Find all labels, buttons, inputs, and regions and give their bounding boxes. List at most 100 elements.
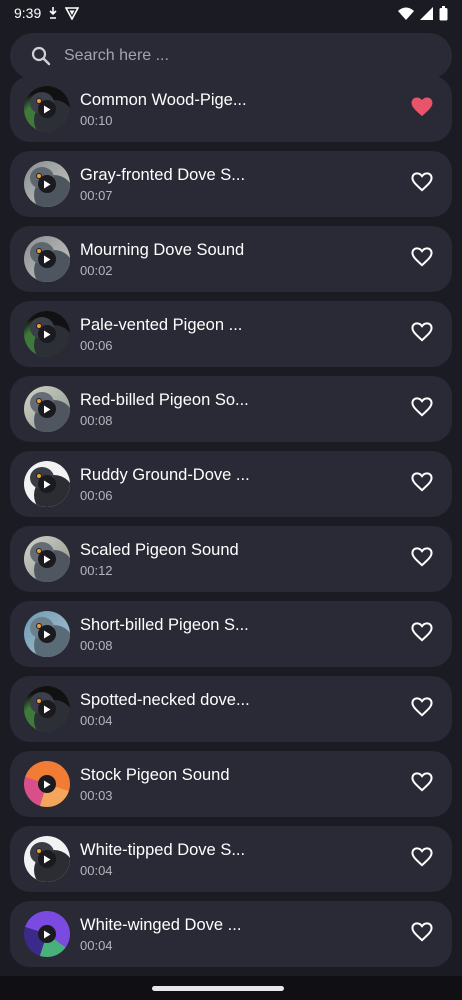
heart-outline-icon (411, 471, 433, 497)
sound-title: Scaled Pigeon Sound (80, 540, 239, 559)
heart-outline-icon (411, 546, 433, 572)
sound-info: White-winged Dove ... 00:04 (80, 914, 402, 955)
navigation-bar (0, 976, 462, 1000)
sound-list-item[interactable]: Gray-fronted Dove S... 00:07 (10, 151, 452, 217)
sound-duration: 00:06 (80, 337, 113, 353)
heart-outline-icon (411, 621, 433, 647)
screen: 9:39 Common Wood-P (0, 0, 462, 1000)
sound-title: White-winged Dove ... (80, 915, 242, 934)
sound-info: Pale-vented Pigeon ... 00:06 (80, 314, 402, 355)
sound-duration: 00:04 (80, 712, 113, 728)
play-icon[interactable] (38, 925, 56, 943)
status-bar: 9:39 (0, 0, 462, 26)
sound-title: Red-billed Pigeon So... (80, 390, 249, 409)
play-icon[interactable] (38, 550, 56, 568)
sound-thumbnail[interactable] (24, 86, 70, 132)
heart-outline-icon (411, 396, 433, 422)
favorite-button[interactable] (402, 464, 442, 504)
sound-thumbnail[interactable] (24, 686, 70, 732)
sound-info: Short-billed Pigeon S... 00:08 (80, 614, 402, 655)
search-bar[interactable] (10, 33, 452, 79)
favorite-button[interactable] (402, 539, 442, 579)
heart-outline-icon (411, 921, 433, 947)
sound-list-item[interactable]: Red-billed Pigeon So... 00:08 (10, 376, 452, 442)
sound-duration: 00:08 (80, 412, 113, 428)
sound-info: White-tipped Dove S... 00:04 (80, 839, 402, 880)
sound-duration: 00:03 (80, 787, 113, 803)
sound-list-item[interactable]: Short-billed Pigeon S... 00:08 (10, 601, 452, 667)
sound-duration: 00:08 (80, 637, 113, 653)
favorite-button[interactable] (402, 239, 442, 279)
sound-list-item[interactable]: Stock Pigeon Sound 00:03 (10, 751, 452, 817)
sound-list-item[interactable]: Pale-vented Pigeon ... 00:06 (10, 301, 452, 367)
status-time: 9:39 (14, 5, 42, 21)
play-icon[interactable] (38, 775, 56, 793)
sound-thumbnail[interactable] (24, 536, 70, 582)
sound-info: Common Wood-Pige... 00:10 (80, 89, 402, 130)
heart-filled-icon (411, 96, 433, 122)
favorite-button[interactable] (402, 164, 442, 204)
sound-duration: 00:06 (80, 487, 113, 503)
sound-duration: 00:04 (80, 862, 113, 878)
battery-icon (439, 5, 448, 21)
play-icon[interactable] (38, 175, 56, 193)
favorite-button[interactable] (402, 764, 442, 804)
sound-thumbnail[interactable] (24, 761, 70, 807)
favorite-button[interactable] (402, 689, 442, 729)
sound-info: Scaled Pigeon Sound 00:12 (80, 539, 402, 580)
sound-duration: 00:12 (80, 562, 113, 578)
play-icon[interactable] (38, 475, 56, 493)
sound-list-item[interactable]: Spotted-necked dove... 00:04 (10, 676, 452, 742)
sound-thumbnail[interactable] (24, 911, 70, 957)
play-icon[interactable] (38, 250, 56, 268)
play-icon[interactable] (38, 625, 56, 643)
sound-thumbnail[interactable] (24, 386, 70, 432)
home-indicator[interactable] (152, 986, 284, 991)
heart-outline-icon (411, 246, 433, 272)
sound-title: Stock Pigeon Sound (80, 765, 230, 784)
heart-outline-icon (411, 846, 433, 872)
sound-thumbnail[interactable] (24, 836, 70, 882)
sound-list-item[interactable]: Mourning Dove Sound 00:02 (10, 226, 452, 292)
sound-thumbnail[interactable] (24, 161, 70, 207)
wifi-icon (398, 7, 414, 20)
favorite-button[interactable] (402, 914, 442, 954)
sound-title: Ruddy Ground-Dove ... (80, 465, 250, 484)
favorite-button[interactable] (402, 314, 442, 354)
play-icon[interactable] (38, 325, 56, 343)
sound-list-item[interactable]: Common Wood-Pige... 00:10 (10, 76, 452, 142)
play-icon[interactable] (38, 700, 56, 718)
play-icon[interactable] (38, 100, 56, 118)
favorite-button[interactable] (402, 839, 442, 879)
notification-icon (48, 6, 58, 20)
favorite-button[interactable] (402, 614, 442, 654)
sound-list-item[interactable]: Ruddy Ground-Dove ... 00:06 (10, 451, 452, 517)
search-input[interactable] (64, 41, 434, 71)
favorite-button[interactable] (402, 89, 442, 129)
sound-info: Stock Pigeon Sound 00:03 (80, 764, 402, 805)
sound-title: Spotted-necked dove... (80, 690, 250, 709)
play-icon[interactable] (38, 400, 56, 418)
heart-outline-icon (411, 771, 433, 797)
play-icon[interactable] (38, 850, 56, 868)
sound-info: Red-billed Pigeon So... 00:08 (80, 389, 402, 430)
search-icon (30, 45, 52, 67)
heart-outline-icon (411, 696, 433, 722)
sound-duration: 00:02 (80, 262, 113, 278)
signal-icon (420, 6, 433, 20)
sound-thumbnail[interactable] (24, 461, 70, 507)
sound-thumbnail[interactable] (24, 236, 70, 282)
sound-title: Mourning Dove Sound (80, 240, 245, 259)
heart-outline-icon (411, 321, 433, 347)
sound-thumbnail[interactable] (24, 311, 70, 357)
sound-title: Pale-vented Pigeon ... (80, 315, 243, 334)
sound-list: Common Wood-Pige... 00:10 Gray-fronted D… (10, 76, 452, 976)
sound-thumbnail[interactable] (24, 611, 70, 657)
sound-list-item[interactable]: White-winged Dove ... 00:04 (10, 901, 452, 967)
sound-list-item[interactable]: Scaled Pigeon Sound 00:12 (10, 526, 452, 592)
favorite-button[interactable] (402, 389, 442, 429)
sound-duration: 00:10 (80, 112, 113, 128)
sound-title: Common Wood-Pige... (80, 90, 247, 109)
heart-outline-icon (411, 171, 433, 197)
sound-list-item[interactable]: White-tipped Dove S... 00:04 (10, 826, 452, 892)
